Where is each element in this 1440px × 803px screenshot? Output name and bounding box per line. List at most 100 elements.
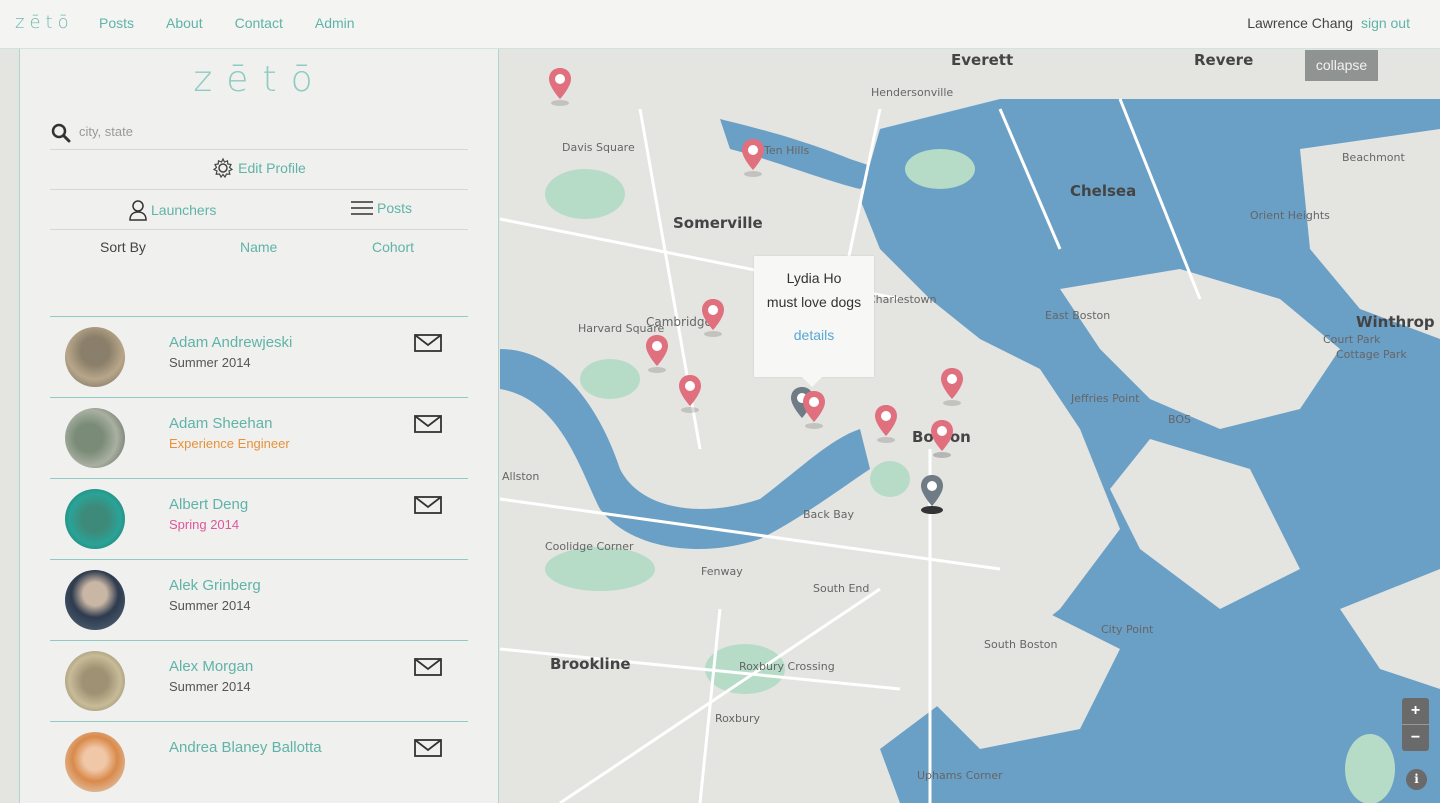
edit-profile-row: Edit Profile — [50, 150, 468, 190]
person-name[interactable]: Albert Deng — [169, 496, 248, 513]
tab-posts-label: Posts — [377, 200, 413, 216]
map-label-east-boston: East Boston — [1045, 309, 1111, 322]
list-item[interactable]: Alex Morgan Summer 2014 — [50, 640, 468, 721]
list-item[interactable]: Adam Andrewjeski Summer 2014 — [50, 316, 468, 397]
info-button[interactable]: i — [1406, 769, 1427, 790]
map-pin[interactable] — [548, 67, 572, 107]
map-label-back-bay: Back Bay — [803, 508, 854, 521]
map-label-coolidge-corner: Coolidge Corner — [545, 540, 634, 553]
avatar — [65, 570, 125, 630]
person-name[interactable]: Adam Andrewjeski — [169, 334, 292, 351]
map-label-charlestown: Charlestown — [868, 293, 937, 306]
map-label-jeffries-point: Jeffries Point — [1071, 392, 1140, 405]
person-name[interactable]: Alek Grinberg — [169, 577, 261, 594]
list-item[interactable]: Andrea Blaney Ballotta — [50, 721, 468, 802]
sort-by-cohort-button[interactable]: Cohort — [372, 239, 414, 255]
map-label-uphams-corner: Uphams Corner — [917, 769, 1003, 782]
mail-icon[interactable] — [414, 496, 442, 514]
person-cohort: Summer 2014 — [169, 679, 251, 694]
mail-icon[interactable] — [414, 658, 442, 676]
zoom-out-button[interactable]: − — [1402, 725, 1429, 751]
person-cohort: Summer 2014 — [169, 355, 251, 370]
map-label-beachmont: Beachmont — [1342, 151, 1405, 164]
person-name[interactable]: Alex Morgan — [169, 658, 253, 675]
map-label-winthrop: Winthrop — [1356, 313, 1435, 331]
sort-by-label: Sort By — [100, 239, 146, 255]
map-label-davis-square: Davis Square — [562, 141, 635, 154]
map-pin[interactable] — [930, 419, 954, 459]
map-pin[interactable] — [678, 374, 702, 414]
map-label-roxbury: Roxbury — [715, 712, 761, 725]
menu-icon — [351, 201, 373, 215]
map-label-bos: BOS — [1168, 413, 1191, 426]
list-item[interactable]: Albert Deng Spring 2014 — [50, 478, 468, 559]
map-popup: Lydia Ho must love dogs details — [754, 256, 874, 387]
map-label-south-end: South End — [813, 582, 870, 595]
popup-description: must love dogs — [766, 294, 862, 310]
map-pin[interactable] — [645, 334, 669, 374]
map-pin-current-user[interactable] — [920, 474, 944, 514]
map-label-revere: Revere — [1194, 51, 1254, 69]
person-name[interactable]: Adam Sheehan — [169, 415, 272, 432]
mail-icon[interactable] — [414, 334, 442, 352]
mail-icon[interactable] — [414, 739, 442, 757]
map-pin[interactable] — [940, 367, 964, 407]
person-name[interactable]: Andrea Blaney Ballotta — [169, 739, 322, 756]
gear-icon — [213, 157, 234, 179]
avatar — [65, 489, 125, 549]
edit-profile-label: Edit Profile — [238, 160, 306, 176]
popup-name: Lydia Ho — [786, 270, 842, 286]
sort-by-name-button[interactable]: Name — [240, 239, 277, 255]
map-label-south-boston: South Boston — [984, 638, 1058, 651]
brand-logo[interactable]: zētō — [15, 12, 74, 33]
launchers-list: Adam Andrewjeski Summer 2014 Adam Sheeha… — [50, 316, 468, 802]
map-pin[interactable] — [701, 298, 725, 338]
search-bar — [50, 119, 468, 150]
collapse-button[interactable]: collapse — [1305, 50, 1378, 81]
map-label-orient-heights: Orient Heights — [1250, 209, 1330, 222]
map-label-cottage-park: Cottage Park — [1336, 348, 1407, 361]
map-label-hendersonville: Hendersonville — [871, 86, 954, 99]
user-name: Lawrence Chang — [1247, 15, 1354, 31]
search-icon[interactable] — [51, 123, 71, 143]
map-label-everett: Everett — [951, 51, 1014, 69]
map-label-chelsea: Chelsea — [1070, 182, 1137, 200]
search-input[interactable] — [79, 124, 439, 139]
map-label-allston: Allston — [502, 470, 540, 483]
tab-launchers-label: Launchers — [151, 202, 217, 218]
user-icon — [129, 200, 147, 221]
top-navbar: zētō Posts About Contact Admin Lawrence … — [0, 0, 1440, 49]
map-pin[interactable] — [741, 138, 765, 178]
avatar — [65, 408, 125, 468]
zoom-control: + − — [1402, 698, 1429, 751]
avatar — [65, 651, 125, 711]
sidebar-logo: zētō — [193, 59, 327, 100]
nav-link-posts[interactable]: Posts — [99, 15, 134, 31]
mail-icon[interactable] — [414, 415, 442, 433]
edit-profile-button[interactable]: Edit Profile — [212, 157, 306, 179]
map-label-court-park: Court Park — [1323, 333, 1381, 346]
map-label-fenway: Fenway — [701, 565, 743, 578]
nav-links: Posts About Contact Admin — [99, 15, 387, 31]
popup-details-link[interactable]: details — [754, 327, 874, 343]
zoom-in-button[interactable]: + — [1402, 698, 1429, 724]
nav-link-contact[interactable]: Contact — [235, 15, 283, 31]
sign-out-link[interactable]: sign out — [1361, 15, 1410, 31]
sort-row: Sort By Name Cohort — [50, 239, 468, 259]
map-label-city-point: City Point — [1101, 623, 1154, 636]
avatar — [65, 327, 125, 387]
map-pin[interactable] — [874, 404, 898, 444]
map-label-brookline: Brookline — [550, 655, 631, 673]
map-label-roxbury-crossing: Roxbury Crossing — [739, 660, 835, 673]
sidebar-panel: zētō Edit Profile Launchers — [19, 49, 499, 803]
map-label-somerville: Somerville — [673, 214, 763, 232]
user-box: Lawrence Chang sign out — [1247, 15, 1410, 31]
nav-link-admin[interactable]: Admin — [315, 15, 355, 31]
map-pin[interactable] — [802, 390, 826, 430]
nav-link-about[interactable]: About — [166, 15, 203, 31]
tab-posts[interactable]: Posts — [350, 199, 412, 217]
tab-launchers[interactable]: Launchers — [128, 199, 216, 221]
list-item[interactable]: Alek Grinberg Summer 2014 — [50, 559, 468, 640]
list-item[interactable]: Adam Sheehan Experience Engineer — [50, 397, 468, 478]
person-cohort: Summer 2014 — [169, 598, 251, 613]
